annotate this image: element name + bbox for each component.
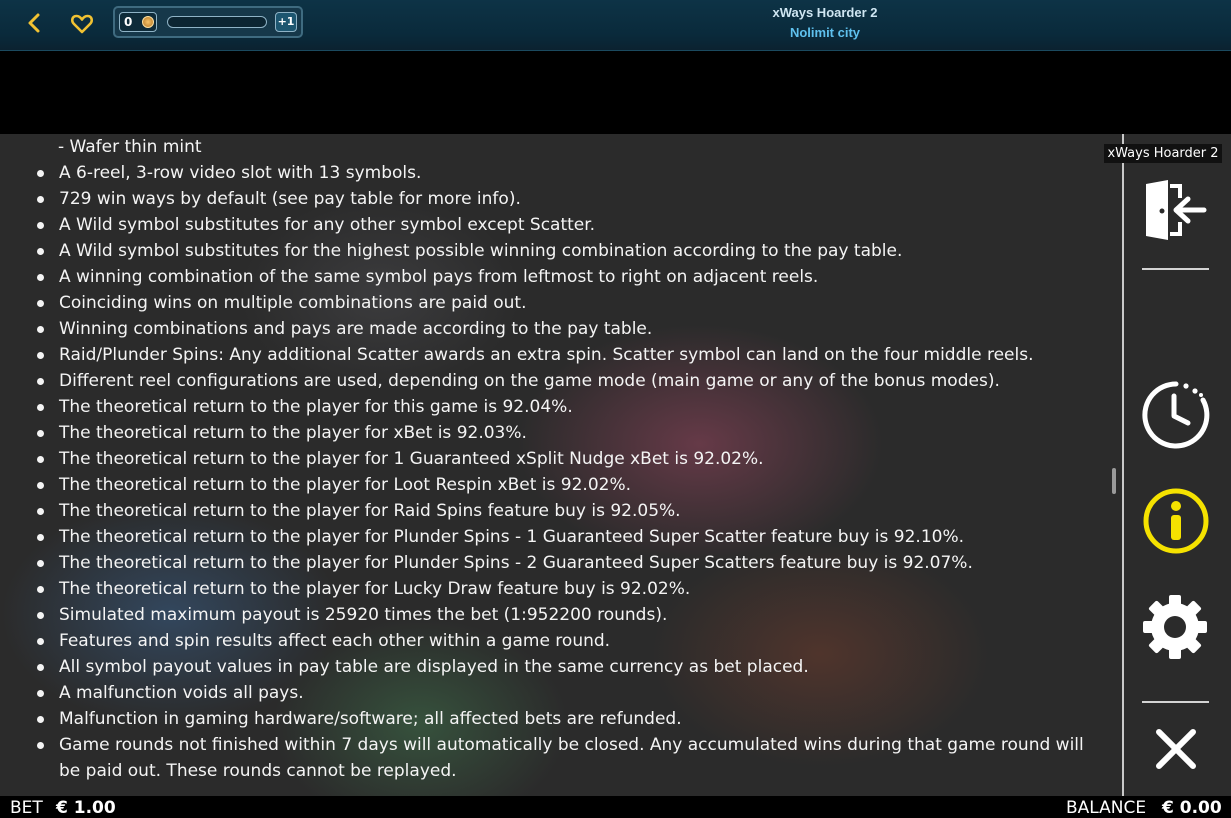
settings-gear-icon [1143, 595, 1207, 659]
favorite-button[interactable] [69, 11, 95, 37]
info-icon [1143, 488, 1209, 554]
rules-list-item: A malfunction voids all pays. [36, 680, 1096, 706]
coin-icon [142, 16, 154, 28]
rules-list-item: The theoretical return to the player for… [36, 524, 1096, 550]
history-clock-icon [1142, 381, 1210, 449]
rules-list-item: A Wild symbol substitutes for the highes… [36, 238, 1096, 264]
rules-lead-line: - Wafer thin mint [58, 137, 202, 157]
side-panel-title: xWays Hoarder 2 [1104, 144, 1222, 163]
rules-list-item: The theoretical return to the player for… [36, 472, 1096, 498]
rules-list-item: A Wild symbol substitutes for any other … [36, 212, 1096, 238]
level-value: 0 [124, 15, 133, 29]
rules-list-item: Malfunction in gaming hardware/software;… [36, 706, 1096, 732]
level-plus-button[interactable]: +1 [275, 12, 297, 32]
rules-list: A 6-reel, 3-row video slot with 13 symbo… [36, 160, 1096, 784]
rules-list-item: Different reel configurations are used, … [36, 368, 1096, 394]
progress-bar [167, 16, 267, 28]
rules-list-item: All symbol payout values in pay table ar… [36, 654, 1096, 680]
scrollbar-thumb[interactable] [1112, 468, 1116, 494]
back-button[interactable] [22, 10, 48, 36]
exit-button[interactable] [1142, 180, 1208, 244]
level-progress: 0 +1 [113, 6, 303, 38]
side-panel-divider [1122, 134, 1124, 796]
top-bar: 0 +1 xWays Hoarder 2 Nolimit city [0, 0, 1231, 51]
game-rules-panel[interactable]: - Wafer thin mint A 6-reel, 3-row video … [0, 134, 1231, 796]
rules-list-item: Simulated maximum payout is 25920 times … [36, 602, 1096, 628]
close-icon [1156, 729, 1196, 769]
exit-icon [1146, 180, 1207, 240]
rules-list-item: The theoretical return to the player for… [36, 498, 1096, 524]
heart-icon [70, 14, 94, 34]
level-badge: 0 [119, 12, 157, 32]
game-provider: Nolimit city [789, 25, 861, 40]
bet-label: BET [10, 798, 43, 818]
close-button[interactable] [1155, 728, 1197, 774]
rules-list-item: Features and spin results affect each ot… [36, 628, 1096, 654]
rules-list-item: 729 win ways by default (see pay table f… [36, 186, 1096, 212]
rules-list-item: The theoretical return to the player for… [36, 550, 1096, 576]
bottom-bar: BET € 1.00 BALANCE € 0.00 [0, 796, 1231, 818]
info-button[interactable] [1142, 487, 1210, 559]
rules-list-item: Winning combinations and pays are made a… [36, 316, 1096, 342]
rules-list-item: The theoretical return to the player for… [36, 420, 1096, 446]
game-title: xWays Hoarder 2 [772, 5, 878, 20]
rules-list-item: The theoretical return to the player for… [36, 446, 1096, 472]
rules-list-item: The theoretical return to the player for… [36, 394, 1096, 420]
settings-button[interactable] [1141, 593, 1209, 665]
rules-list-item: A winning combination of the same symbol… [36, 264, 1096, 290]
history-button[interactable] [1141, 380, 1211, 454]
balance-value: € 0.00 [1162, 798, 1222, 818]
side-panel-separator [1142, 268, 1209, 270]
chevron-left-icon [28, 13, 40, 33]
rules-list-item: Raid/Plunder Spins: Any additional Scatt… [36, 342, 1096, 368]
rules-list-item: A 6-reel, 3-row video slot with 13 symbo… [36, 160, 1096, 186]
bet-value: € 1.00 [56, 798, 116, 818]
rules-list-item: Coinciding wins on multiple combinations… [36, 290, 1096, 316]
rules-list-item: The theoretical return to the player for… [36, 576, 1096, 602]
balance-label: BALANCE [1066, 798, 1147, 818]
rules-list-item: Game rounds not finished within 7 days w… [36, 732, 1096, 784]
rules-text: - Wafer thin mint A 6-reel, 3-row video … [36, 134, 1096, 784]
side-panel-separator [1142, 701, 1209, 703]
